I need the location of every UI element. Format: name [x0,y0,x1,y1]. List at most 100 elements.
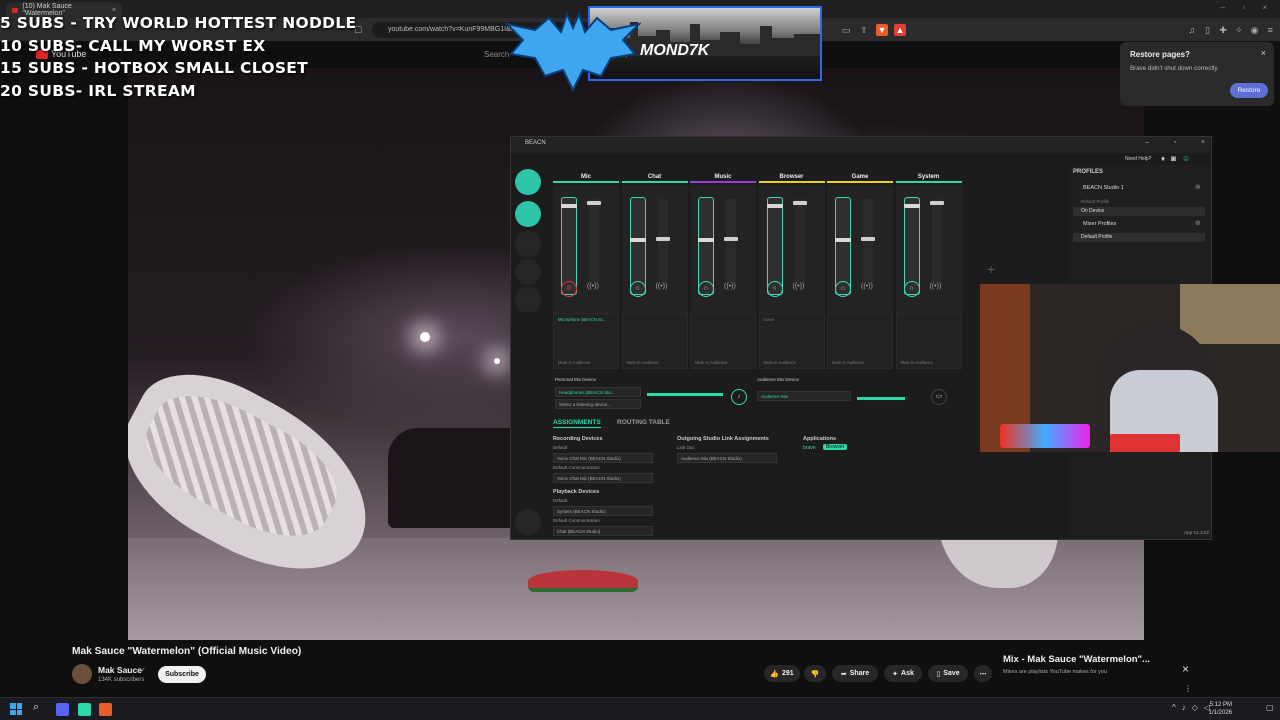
more-actions-button[interactable]: ⋯ [974,665,992,682]
mic-mute-icon[interactable]: ⊘ [561,281,577,297]
fader-knob[interactable] [655,237,670,241]
routing-box[interactable]: Microphone (BEACN St... Mute to Audience [553,313,619,369]
fader-knob[interactable] [861,237,875,241]
headphones-mute-icon[interactable]: ∩ [903,281,920,297]
device-nav-icon[interactable] [515,259,541,285]
audience-fader[interactable] [792,199,807,283]
cast-icon[interactable]: ▭ [840,24,852,36]
routing-box[interactable]: Mute to Audience [690,313,756,369]
audience-fader[interactable] [929,199,944,283]
avatar[interactable] [72,664,92,684]
mute-to-audience-select[interactable]: Mute to Audience [558,360,590,365]
audience-fader[interactable] [655,199,670,283]
mute-to-audience-select[interactable]: Mute to Audience [695,360,727,365]
mic-nav-icon[interactable] [515,231,541,257]
fader-knob[interactable] [587,201,601,205]
channel-header[interactable]: Chat [621,171,688,183]
broadcast-mute-icon[interactable]: ((•)) [793,283,805,290]
dislike-button[interactable]: 👎 [804,665,826,682]
close-popup-icon[interactable]: × [1261,48,1266,58]
default-profile-item[interactable]: Default Profile [1081,199,1109,204]
brave-taskbar-icon[interactable] [99,703,112,716]
broadcast-icon[interactable]: ▭ [931,389,947,405]
close-window-icon[interactable]: × [1201,139,1205,146]
save-button[interactable]: ▯ Save [928,665,968,682]
settings-nav-icon[interactable] [515,287,541,313]
playback-comm-select[interactable]: Chat (BEACN Studio) [553,526,653,536]
ask-button[interactable]: ✦ Ask [884,665,922,682]
routing-box[interactable]: brave Mute to Audience [758,313,825,369]
audience-mix-select[interactable]: Audience Mix [757,391,851,401]
add-channel-icon[interactable]: + [987,261,995,277]
fader-knob[interactable] [766,204,783,208]
personal-mix-slider[interactable] [647,393,723,396]
device-profile-group[interactable]: BEACN Studio 1 [1083,185,1124,191]
routing-nav-icon[interactable] [515,201,541,227]
discord-taskbar-icon[interactable] [56,703,69,716]
audience-fader[interactable] [861,199,875,283]
fader-knob[interactable] [903,204,920,208]
mute-to-audience-select[interactable]: Mute to Audience [764,360,796,365]
maximize-icon[interactable]: ▫ [1242,3,1245,15]
personal-mix-select[interactable]: Headphones (BEACN Stu... [555,387,641,397]
tray-arrow-icon[interactable]: ^ [1172,703,1176,715]
settings-gear-icon[interactable] [515,509,541,535]
channel-header[interactable]: Browser [758,171,825,183]
like-button[interactable]: 👍 291 [764,665,800,682]
channel-name[interactable]: Mak Sauce [98,665,142,675]
discord-icon[interactable]: ◙ [1171,154,1176,163]
notification-icon[interactable]: ▢ [1266,703,1274,712]
playback-default-select[interactable]: System (BEACN Studio) [553,506,653,516]
add-profile-icon[interactable]: ⊕ [1195,183,1201,191]
mute-to-audience-select[interactable]: Mute to Audience [901,360,933,365]
app-name[interactable]: brave [803,445,816,451]
brave-rewards-icon[interactable]: ▲ [894,24,906,36]
search-icon[interactable]: ⌕ [33,701,39,714]
fader-knob[interactable] [724,237,738,241]
fader-knob[interactable] [698,238,714,242]
channel-header[interactable]: System [895,171,962,183]
close-window-icon[interactable]: × [1263,3,1268,15]
headphones-mute-icon[interactable]: ∩ [629,281,646,297]
headphones-icon[interactable]: ♪ [731,389,747,405]
close-mix-icon[interactable]: × [1182,662,1189,676]
menu-icon[interactable]: ≡ [1264,24,1276,36]
channel-header[interactable]: Mic [553,171,619,183]
subscribe-button[interactable]: Subscribe [158,666,206,683]
headphones-mute-icon[interactable]: ∩ [835,281,851,297]
leo-icon[interactable]: ✧ [1233,24,1245,36]
channel-header[interactable]: Game [827,171,893,183]
start-icon[interactable] [10,703,22,715]
tab-assignments[interactable]: ASSIGNMENTS [553,419,601,428]
headphones-mute-icon[interactable]: ∩ [766,281,783,297]
need-help-link[interactable]: Need Help? [1125,156,1151,162]
mute-to-audience-select[interactable]: Mute to Audience [832,360,864,365]
routing-box[interactable]: Mute to Audience [827,313,893,369]
channel-header[interactable]: Music [690,171,756,183]
sidebar-icon[interactable]: ▯ [1202,24,1214,36]
recording-default-select[interactable]: Voice Chat Mic (BEACN Studio) [553,453,653,463]
flame-icon[interactable]: ♦ [1161,154,1165,163]
audience-mix-slider[interactable] [857,397,905,400]
extensions-icon[interactable]: ✚ [1217,24,1229,36]
broadcast-mute-icon[interactable]: ((•)) [724,283,736,290]
link-out-select[interactable]: Audience Mix (BEACN Studio) [677,453,777,463]
mix-more-icon[interactable]: ⋮ [1184,684,1192,693]
broadcast-mute-icon[interactable]: ((•)) [587,283,599,290]
network-icon[interactable]: ◇ [1192,703,1198,715]
audience-fader[interactable] [587,199,601,283]
vpn-icon[interactable]: ◉ [1249,24,1261,36]
share-page-icon[interactable]: ⇪ [858,24,870,36]
fader-knob[interactable] [561,204,577,208]
brave-shield-icon[interactable]: ▼ [876,24,888,36]
listening-device-select[interactable]: Select a listening device... [555,399,641,409]
add-mixer-profile-icon[interactable]: ⊕ [1195,219,1201,227]
app-tag[interactable]: Browser [823,444,848,450]
minimize-icon[interactable]: – [1221,3,1225,15]
taskbar-clock[interactable]: 5:12 PM 1/1/2026 [1209,701,1232,717]
fader-knob[interactable] [792,201,807,205]
obs-taskbar-icon[interactable] [78,703,91,716]
recording-comm-select[interactable]: Voice Chat Mic (BEACN Studio) [553,473,653,483]
broadcast-mute-icon[interactable]: ((•)) [656,283,668,290]
audience-fader[interactable] [724,199,738,283]
